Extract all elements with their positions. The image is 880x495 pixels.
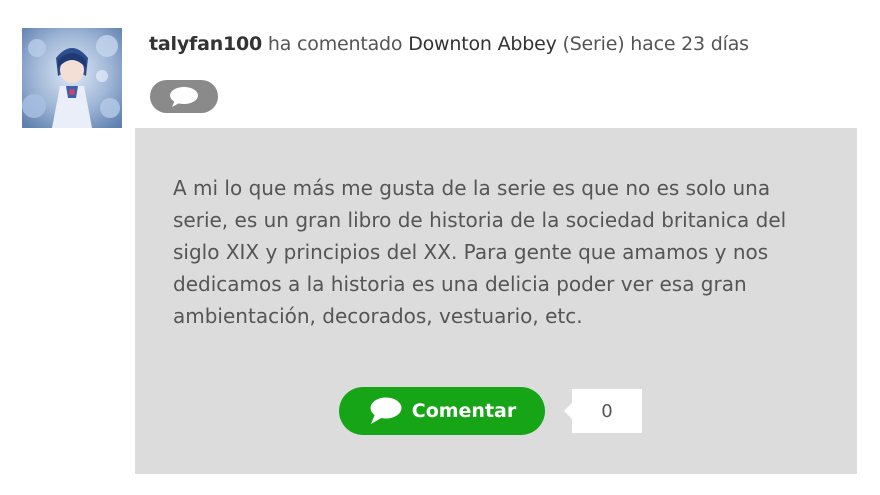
comment-toggle-button[interactable]: [150, 80, 218, 113]
action-text: ha comentado: [267, 33, 403, 55]
comment-count: 0: [564, 389, 642, 433]
comment-button[interactable]: Comentar: [339, 387, 545, 435]
comment-button-label: Comentar: [411, 400, 517, 422]
activity-headline: talyfan100 ha comentado Downton Abbey (S…: [149, 33, 749, 55]
activity-item: talyfan100 ha comentado Downton Abbey (S…: [0, 0, 880, 495]
media-type: (Serie): [562, 33, 625, 55]
avatar-image: [22, 28, 122, 128]
comment-text: A mi lo que más me gusta de la serie es …: [173, 176, 787, 328]
avatar[interactable]: [22, 28, 122, 128]
title-link[interactable]: Downton Abbey: [408, 33, 557, 55]
speech-bubble-icon: [170, 86, 198, 107]
username-link[interactable]: talyfan100: [149, 33, 262, 55]
timestamp: hace 23 días: [630, 33, 749, 55]
speech-bubble-icon: [368, 396, 404, 426]
comment-card: A mi lo que más me gusta de la serie es …: [135, 128, 857, 474]
